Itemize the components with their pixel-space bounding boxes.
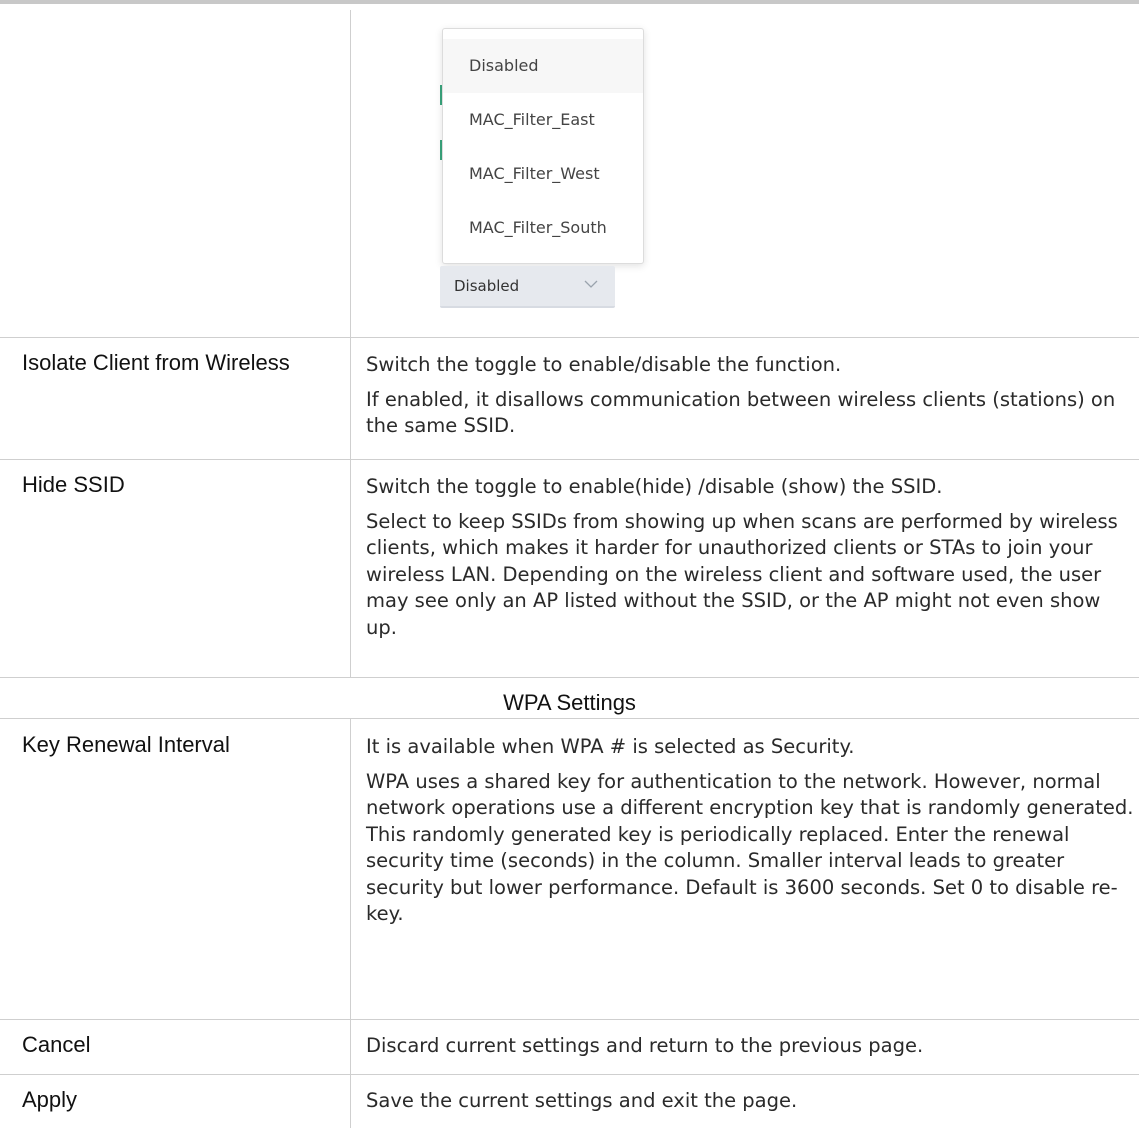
desc-paragraph: Switch the toggle to enable(hide) /disab…: [366, 475, 943, 498]
mac-filter-dropdown-menu: Disabled MAC_Filter_East MAC_Filter_West…: [442, 28, 644, 264]
select-value: Disabled: [454, 277, 520, 295]
dropdown-option[interactable]: Disabled: [443, 39, 643, 93]
row-divider: [0, 1019, 1139, 1020]
top-border: [0, 0, 1139, 4]
row-divider: [0, 677, 1139, 678]
desc-paragraph: Save the current settings and exit the p…: [366, 1089, 798, 1112]
desc-paragraph: WPA uses a shared key for authentication…: [366, 769, 1134, 926]
row-divider: [0, 718, 1139, 719]
row-desc-apply: Save the current settings and exit the p…: [366, 1088, 1136, 1123]
row-divider: [0, 1074, 1139, 1075]
dropdown-option[interactable]: MAC_Filter_South: [443, 201, 643, 255]
row-desc-cancel: Discard current settings and return to t…: [366, 1033, 1136, 1068]
row-label-isolate-client: Isolate Client from Wireless: [22, 350, 290, 375]
row-label-cancel: Cancel: [22, 1032, 91, 1057]
row-divider: [0, 459, 1139, 460]
row-label-apply: Apply: [22, 1087, 78, 1112]
desc-paragraph: Select to keep SSIDs from showing up whe…: [366, 509, 1118, 639]
desc-paragraph: If enabled, it disallows communication b…: [366, 387, 1116, 438]
row-desc-hide-ssid: Switch the toggle to enable(hide) /disab…: [366, 474, 1136, 649]
desc-paragraph: Switch the toggle to enable/disable the …: [366, 353, 842, 376]
row-desc-key-renewal: It is available when WPA # is selected a…: [366, 734, 1136, 936]
mac-filter-select[interactable]: Disabled: [440, 266, 615, 308]
row-divider: [0, 337, 1139, 338]
dropdown-option[interactable]: MAC_Filter_East: [443, 93, 643, 147]
row-label-hide-ssid: Hide SSID: [22, 472, 125, 497]
chevron-down-icon: [583, 276, 599, 294]
column-divider-lower2: [350, 1048, 351, 1128]
row-label-key-renewal: Key Renewal Interval: [22, 732, 230, 757]
section-title-wpa: WPA Settings: [503, 690, 636, 715]
desc-paragraph: It is available when WPA # is selected a…: [366, 735, 855, 758]
desc-paragraph: Discard current settings and return to t…: [366, 1034, 924, 1057]
column-divider-lower: [350, 718, 351, 1048]
column-divider-upper: [350, 10, 351, 677]
row-desc-isolate-client: Switch the toggle to enable/disable the …: [366, 352, 1136, 448]
dropdown-option[interactable]: MAC_Filter_West: [443, 147, 643, 201]
